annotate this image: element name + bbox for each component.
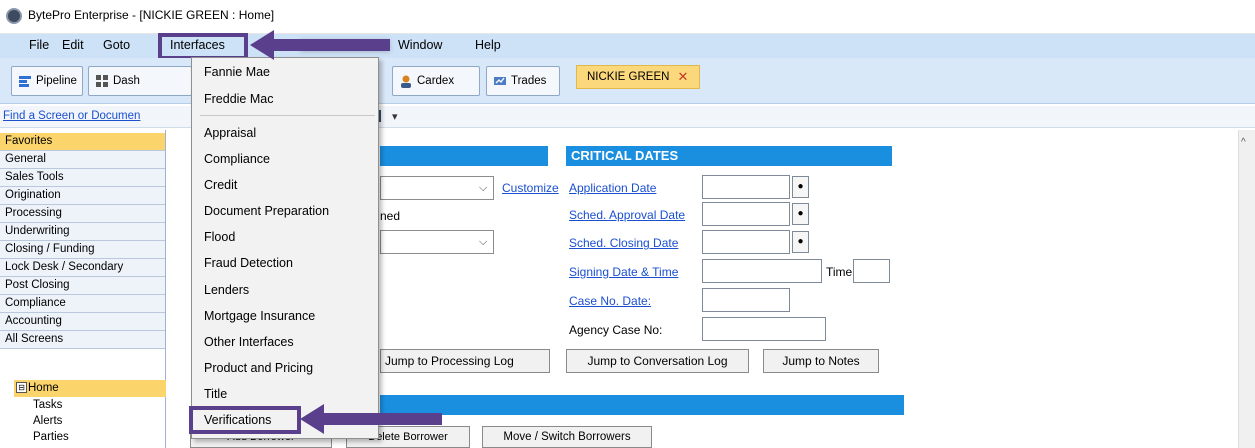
- pipeline-icon: [18, 74, 32, 88]
- agency-case-no-label: Agency Case No:: [569, 323, 663, 337]
- chevron-down-icon: ⌵: [479, 236, 488, 248]
- sidebar-sub-tasks[interactable]: Tasks: [33, 399, 62, 411]
- sidebar-item-origination[interactable]: Origination: [0, 187, 165, 205]
- trades-button[interactable]: Trades: [486, 66, 560, 96]
- case-no-date-link[interactable]: Case No. Date:: [569, 294, 651, 308]
- assigned-select[interactable]: ⌵: [380, 230, 494, 254]
- menu-item-lenders[interactable]: Lenders: [204, 283, 249, 297]
- menu-item-other-interfaces[interactable]: Other Interfaces: [204, 335, 294, 349]
- window-title: BytePro Enterprise - [NICKIE GREEN : Hom…: [28, 8, 275, 22]
- pipeline-button[interactable]: Pipeline: [11, 66, 83, 96]
- scroll-up-icon[interactable]: ^: [1241, 137, 1246, 148]
- sidebar-sub-parties[interactable]: Parties: [33, 431, 69, 443]
- menu-item-document-preparation[interactable]: Document Preparation: [204, 204, 329, 218]
- jump-conversation-log-button[interactable]: Jump to Conversation Log: [566, 349, 749, 373]
- arrow-to-verifications-icon: [300, 404, 442, 434]
- arrow-to-interfaces-icon: [250, 30, 390, 60]
- sidebar-item-post-closing[interactable]: Post Closing: [0, 277, 165, 295]
- sidebar-item-lock-desk-secondary[interactable]: Lock Desk / Secondary: [0, 259, 165, 277]
- borrowers-section-bar: [380, 395, 904, 415]
- tab-label: NICKIE GREEN: [587, 71, 670, 83]
- sched-closing-date-field[interactable]: [702, 230, 790, 254]
- assigned-label: ned: [380, 209, 401, 223]
- cardex-person-icon: [399, 74, 413, 88]
- sched-approval-date-link[interactable]: Sched. Approval Date: [569, 208, 685, 222]
- menu-help[interactable]: Help: [475, 38, 501, 52]
- sched-approval-date-field[interactable]: [702, 202, 790, 226]
- application-date-button[interactable]: ●: [792, 176, 809, 198]
- dashboard-grid-icon: [95, 74, 109, 88]
- jump-processing-log-button[interactable]: Jump to Processing Log: [380, 349, 550, 373]
- customize-link[interactable]: Customize: [502, 181, 559, 195]
- move-switch-borrowers-button[interactable]: Move / Switch Borrowers: [482, 426, 652, 448]
- menu-separator: [200, 115, 375, 116]
- dashboard-label: Dash: [113, 75, 140, 87]
- time-field[interactable]: [853, 259, 890, 283]
- application-date-link[interactable]: Application Date: [569, 181, 656, 195]
- find-bar: [0, 106, 1255, 128]
- application-date-field[interactable]: [702, 175, 790, 199]
- sidebar-item-general[interactable]: General: [0, 151, 165, 169]
- menu-file[interactable]: File: [29, 38, 49, 52]
- time-label: Time:: [826, 265, 856, 279]
- verifications-highlight-box: [189, 406, 301, 434]
- menu-item-title[interactable]: Title: [204, 387, 227, 401]
- sidebar-sub-alerts[interactable]: Alerts: [33, 415, 62, 427]
- signing-date-field[interactable]: [702, 259, 822, 283]
- left-section-bar: [380, 146, 548, 166]
- collapse-icon[interactable]: ⊟: [16, 382, 27, 393]
- case-no-date-field[interactable]: [702, 288, 790, 312]
- dashboard-button[interactable]: Dash: [88, 66, 192, 96]
- sidebar-item-sales-tools[interactable]: Sales Tools: [0, 169, 165, 187]
- sched-closing-date-link[interactable]: Sched. Closing Date: [569, 236, 678, 250]
- sidebar-item-compliance[interactable]: Compliance: [0, 295, 165, 313]
- sched-approval-date-button[interactable]: ●: [792, 203, 809, 225]
- signing-date-time-link[interactable]: Signing Date & Time: [569, 265, 678, 279]
- menu-item-fraud-detection[interactable]: Fraud Detection: [204, 256, 293, 270]
- jump-notes-button[interactable]: Jump to Notes: [763, 349, 879, 373]
- agency-case-no-field[interactable]: [702, 317, 826, 341]
- menu-item-freddie-mac[interactable]: Freddie Mac: [204, 92, 273, 106]
- menu-item-appraisal[interactable]: Appraisal: [204, 126, 256, 140]
- close-icon[interactable]: ✕: [677, 69, 688, 85]
- app-logo-icon: [6, 8, 22, 24]
- sidebar-item-underwriting[interactable]: Underwriting: [0, 223, 165, 241]
- sched-closing-date-button[interactable]: ●: [792, 231, 809, 253]
- critical-dates-header: CRITICAL DATES: [566, 146, 892, 166]
- menu-item-compliance[interactable]: Compliance: [204, 152, 270, 166]
- menu-item-product-and-pricing[interactable]: Product and Pricing: [204, 361, 313, 375]
- cardex-button[interactable]: Cardex: [392, 66, 480, 96]
- menu-window[interactable]: Window: [398, 38, 442, 52]
- sidebar-item-favorites[interactable]: Favorites: [0, 133, 165, 151]
- menu-goto[interactable]: Goto: [103, 38, 130, 52]
- menu-item-fannie-mae[interactable]: Fannie Mae: [204, 65, 270, 79]
- cardex-label: Cardex: [417, 75, 455, 87]
- sidebar-item-closing-funding[interactable]: Closing / Funding: [0, 241, 165, 259]
- sidebar-item-home[interactable]: Home: [14, 380, 166, 397]
- menu-item-mortgage-insurance[interactable]: Mortgage Insurance: [204, 309, 315, 323]
- sidebar-item-processing[interactable]: Processing: [0, 205, 165, 223]
- trades-label: Trades: [511, 75, 547, 87]
- chevron-down-icon: ⌵: [479, 182, 488, 194]
- find-screen-link[interactable]: Find a Screen or Documen: [3, 110, 140, 122]
- trades-icon: [493, 74, 507, 88]
- status-select[interactable]: ⌵: [380, 176, 494, 200]
- sidebar-item-accounting[interactable]: Accounting: [0, 313, 165, 331]
- sidebar-item-all-screens[interactable]: All Screens: [0, 331, 165, 349]
- vertical-scrollbar[interactable]: [1238, 130, 1255, 448]
- pipeline-label: Pipeline: [36, 75, 77, 87]
- menu-item-flood[interactable]: Flood: [204, 230, 235, 244]
- menu-edit[interactable]: Edit: [62, 38, 84, 52]
- interfaces-highlight-box: [158, 33, 248, 60]
- tab-nickie-green[interactable]: NICKIE GREEN ✕: [576, 65, 700, 89]
- toolbar-overflow-icon[interactable]: ▾: [392, 110, 398, 123]
- menu-item-credit[interactable]: Credit: [204, 178, 237, 192]
